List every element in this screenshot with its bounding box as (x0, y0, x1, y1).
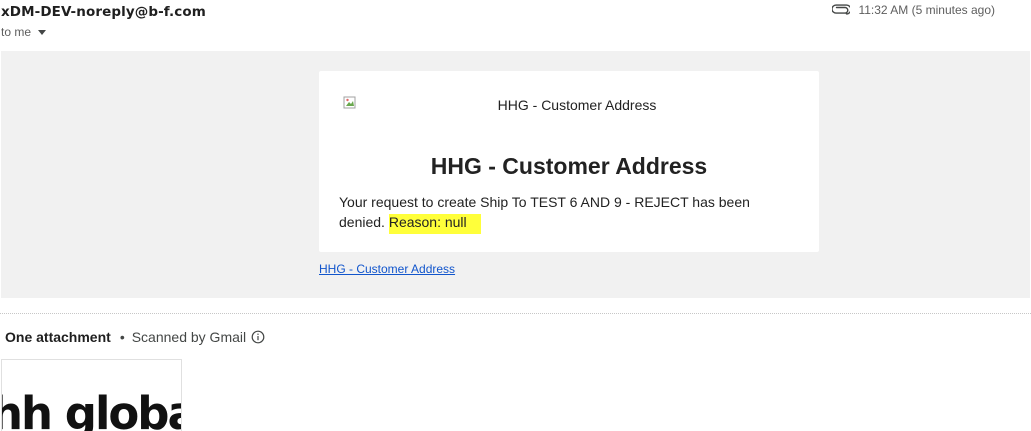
attachments-header: One attachment • Scanned by Gmail (5, 329, 265, 345)
highlighted-reason: Reason: null (388, 214, 481, 230)
message-meta: 11:32 AM (5 minutes ago) (832, 3, 995, 17)
image-alt-text: HHG - Customer Address (497, 97, 657, 113)
svg-text:hh global: hh global (2, 387, 181, 431)
recipient-label: to me (1, 25, 32, 39)
message-card: HHG - Customer Address HHG - Customer Ad… (319, 71, 819, 252)
attachment-count: One attachment (5, 329, 111, 345)
timestamp: 11:32 AM (5 minutes ago) (858, 3, 995, 17)
scan-status: Scanned by Gmail (131, 329, 247, 345)
separator (0, 313, 1031, 314)
sender-address[interactable]: xDM-DEV-noreply@b-f.com (1, 4, 206, 20)
hh-global-logo: hh global (2, 387, 181, 431)
chevron-down-icon[interactable] (38, 30, 47, 35)
footer-link[interactable]: HHG - Customer Address (319, 262, 455, 276)
recipient-toggle[interactable]: to me (1, 25, 47, 39)
paperclip-icon (832, 4, 851, 16)
message-title: HHG - Customer Address (430, 153, 708, 179)
message-text: Your request to create Ship To TEST 6 AN… (339, 192, 779, 232)
info-icon[interactable] (251, 330, 265, 344)
separator-dot: • (119, 329, 125, 345)
attachment-thumbnail[interactable]: hh global (1, 359, 182, 431)
email-view: xDM-DEV-noreply@b-f.com to me 11:32 AM (… (0, 0, 1031, 431)
